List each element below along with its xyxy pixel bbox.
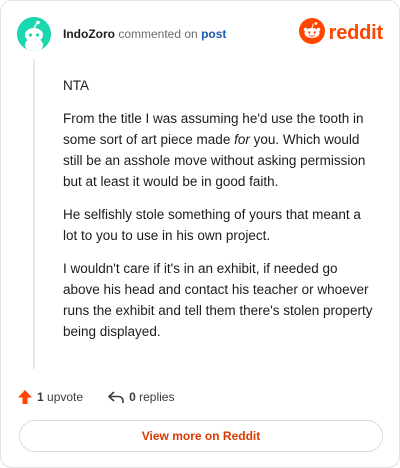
post-link[interactable]: post bbox=[201, 27, 226, 41]
thread-line bbox=[33, 59, 35, 369]
reply-icon bbox=[108, 391, 124, 403]
comment-paragraph-4: I wouldn't care if it's in an exhibit, i… bbox=[63, 261, 373, 339]
comment-body: NTA From the title I was assuming he'd u… bbox=[63, 75, 373, 354]
comment-paragraph-3: He selfishly stole something of yours th… bbox=[63, 207, 361, 243]
upvote-count: 1 bbox=[37, 390, 44, 404]
reply-label: replies bbox=[139, 390, 175, 404]
reddit-logo[interactable]: reddit bbox=[298, 17, 384, 49]
comment-paragraph-1: NTA bbox=[63, 78, 89, 93]
comment-header: IndoZoro commented on post reddit bbox=[17, 17, 383, 53]
reddit-wordmark: reddit bbox=[328, 21, 384, 44]
reply-stat[interactable]: 0 replies bbox=[107, 389, 174, 405]
comment-embed-card: IndoZoro commented on post reddit NTA Fr… bbox=[0, 0, 400, 468]
comment-footer: 1 upvote 0 replies bbox=[17, 385, 198, 409]
upvote-stat[interactable]: 1 upvote bbox=[17, 389, 83, 405]
username[interactable]: IndoZoro bbox=[63, 27, 115, 41]
comment-paragraph-2-em: for bbox=[234, 132, 250, 147]
upvote-icon bbox=[18, 390, 32, 404]
action-text: commented on bbox=[118, 27, 198, 41]
snoo-avatar-icon[interactable] bbox=[17, 17, 51, 51]
upvote-label: upvote bbox=[47, 390, 84, 404]
reply-count: 0 bbox=[129, 390, 136, 404]
reddit-logo-icon bbox=[298, 17, 325, 49]
view-more-button[interactable]: View more on Reddit bbox=[19, 420, 383, 452]
comment-paragraph-2: From the title I was assuming he'd use t… bbox=[63, 108, 373, 192]
comment-meta: IndoZoro commented on post bbox=[63, 27, 226, 41]
